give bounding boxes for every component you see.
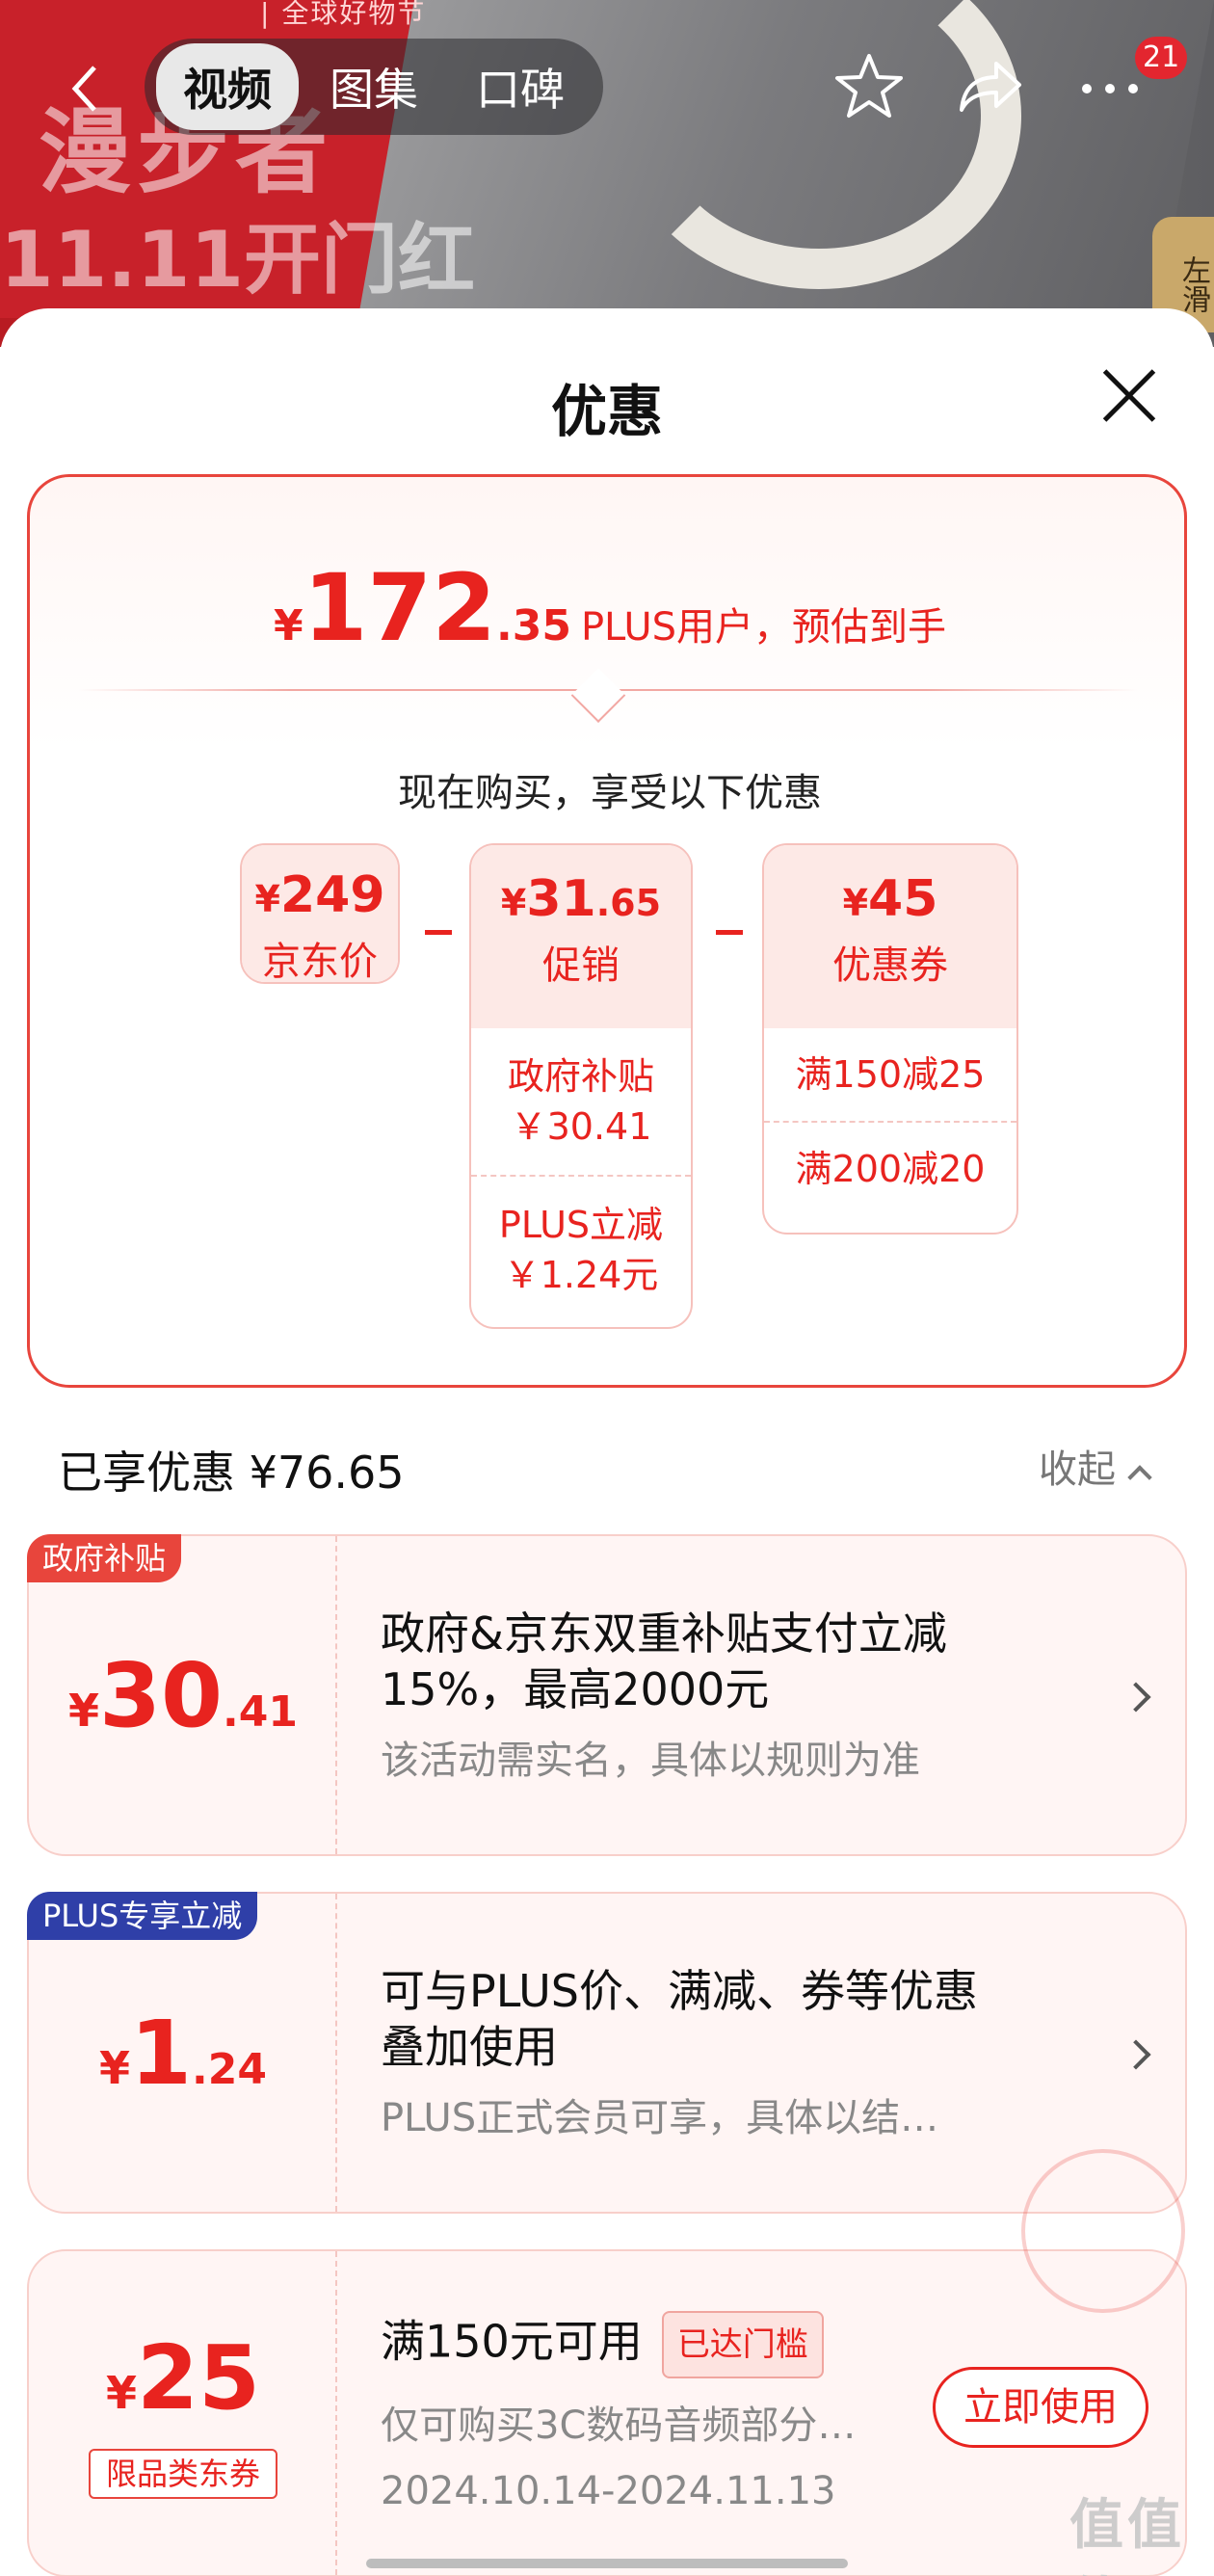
share-icon[interactable] bbox=[952, 48, 1029, 125]
card-amount: ¥1.24 bbox=[29, 2002, 337, 2105]
card-title: 可与PLUS价、满减、券等优惠叠加使用 bbox=[381, 1965, 978, 2073]
promo-item-plus-amount: ￥1.24元 bbox=[503, 1254, 659, 1296]
site-watermark: 值值值 bbox=[1069, 2494, 1185, 2576]
card-amount-int: 1 bbox=[130, 2002, 193, 2105]
close-icon[interactable] bbox=[1098, 364, 1160, 426]
enjoy-text: 现在购买，享受以下优惠 bbox=[398, 771, 822, 815]
card-title: 政府&京东双重补贴支付立减15%，最高2000元 bbox=[381, 1607, 947, 1715]
promo-label: 促销 bbox=[542, 943, 620, 988]
coupon-label: 优惠券 bbox=[832, 943, 948, 988]
price-decimal: .35 bbox=[495, 601, 571, 651]
price-summary-card: ¥172.35 PLUS用户，预估到手 现在购买，享受以下优惠 ¥249 京东价 … bbox=[27, 474, 1187, 1388]
price-integer: 172 bbox=[303, 554, 496, 662]
price-currency: ¥ bbox=[273, 601, 304, 651]
card-date-range: 2024.10.14-2024.11.13 bbox=[381, 2469, 836, 2513]
chevron-right-icon bbox=[1121, 2039, 1151, 2070]
watermark-stamp bbox=[1021, 2149, 1185, 2313]
jd-price-pill: ¥249 京东价 bbox=[240, 843, 400, 984]
gov-subsidy-card[interactable]: 政府补贴 ¥30.41 政府&京东双重补贴支付立减15%，最高2000元 该活动… bbox=[27, 1534, 1187, 1856]
chevron-up-icon bbox=[1127, 1465, 1152, 1490]
card-amount: ¥25 bbox=[29, 2326, 337, 2430]
card-tag: 政府补贴 bbox=[27, 1534, 182, 1582]
minus-sign bbox=[716, 930, 743, 935]
card-note: 该活动需实名，具体以规则为准 bbox=[381, 1739, 920, 1783]
card-amount-dec: .41 bbox=[223, 1687, 298, 1737]
tab-gallery[interactable]: 图集 bbox=[303, 43, 445, 130]
jd-coupon-card: ¥25 限品类东券 满150元可用 已达门槛 仅可购买3C数码音频部分… 2024… bbox=[27, 2249, 1187, 2576]
coupon-amount: 45 bbox=[868, 870, 938, 928]
card-note: 仅可购买3C数码音频部分… bbox=[381, 2403, 857, 2448]
favorite-star-icon[interactable] bbox=[831, 48, 908, 125]
tab-reviews[interactable]: 口碑 bbox=[449, 43, 592, 130]
promo-item-plus: PLUS立减 ￥1.24元 bbox=[471, 1175, 691, 1323]
price-description: PLUS用户，预估到手 bbox=[580, 605, 947, 650]
collapse-button[interactable]: 收起 bbox=[1039, 1438, 1152, 1494]
tab-video[interactable]: 视频 bbox=[156, 43, 299, 130]
promo-item-plus-name: PLUS立减 bbox=[498, 1204, 664, 1246]
use-now-button[interactable]: 立即使用 bbox=[933, 2367, 1148, 2448]
banner-slogan: 11.11开门红 bbox=[0, 215, 476, 305]
enjoyed-discount-total: 已享优惠 ¥76.65 bbox=[58, 1447, 405, 1499]
promo-amount: 31 bbox=[526, 870, 596, 928]
chevron-right-icon bbox=[1121, 1682, 1151, 1713]
card-amount: ¥30.41 bbox=[29, 1644, 337, 1747]
card-currency: ¥ bbox=[68, 1685, 100, 1737]
promo-item-gov-amount: ￥30.41 bbox=[510, 1105, 652, 1148]
estimated-price: ¥172.35 PLUS用户，预估到手 bbox=[30, 554, 1190, 662]
coupon-item: 满200减20 bbox=[764, 1121, 1016, 1215]
promo-pill: ¥31.65 促销 政府补贴 ￥30.41 PLUS立减 ￥1.24元 bbox=[469, 843, 693, 1329]
jd-price-currency: ¥ bbox=[254, 878, 280, 920]
back-icon[interactable] bbox=[58, 60, 116, 118]
promo-decimal: .65 bbox=[595, 882, 662, 924]
card-currency: ¥ bbox=[99, 2042, 131, 2094]
coupon-currency: ¥ bbox=[842, 882, 869, 924]
promo-currency: ¥ bbox=[500, 882, 527, 924]
card-note: PLUS正式会员可享，具体以结… bbox=[381, 2096, 939, 2140]
card-amount-dec: .24 bbox=[192, 2045, 267, 2094]
card-title: 满150元可用 bbox=[381, 2315, 643, 2368]
promo-item-gov-name: 政府补贴 bbox=[507, 1055, 654, 1098]
plus-discount-card[interactable]: PLUS专享立减 ¥1.24 可与PLUS价、满减、券等优惠叠加使用 PLUS正… bbox=[27, 1892, 1187, 2214]
message-count-badge: 21 bbox=[1135, 37, 1188, 79]
promo-item-gov: 政府补贴 ￥30.41 bbox=[471, 1028, 691, 1175]
media-tabs: 视频 图集 口碑 bbox=[145, 39, 603, 135]
coupon-item: 满150减25 bbox=[795, 1053, 986, 1096]
card-title-wrap: 满150元可用 已达门槛 bbox=[381, 2311, 1016, 2378]
jd-price-label: 京东价 bbox=[262, 940, 378, 984]
home-indicator[interactable] bbox=[366, 2559, 848, 2568]
threshold-reached-badge: 已达门槛 bbox=[661, 2311, 824, 2378]
jd-price-amount: 249 bbox=[279, 866, 385, 924]
coupon-pill: ¥45 优惠券 满150减25 满200减20 bbox=[762, 843, 1018, 1235]
sheet-title: 优惠 bbox=[550, 379, 663, 444]
card-amount-int: 30 bbox=[99, 1644, 224, 1747]
card-tag: PLUS专享立减 bbox=[27, 1892, 258, 1940]
summary-divider bbox=[78, 668, 1138, 723]
card-amount-int: 25 bbox=[136, 2326, 261, 2430]
collapse-label: 收起 bbox=[1039, 1447, 1116, 1492]
banner-slogan-top: | 全球好物节 bbox=[260, 0, 427, 29]
category-limit-tag: 限品类东券 bbox=[89, 2449, 277, 2499]
card-currency: ¥ bbox=[105, 2367, 137, 2419]
minus-sign bbox=[425, 930, 452, 935]
